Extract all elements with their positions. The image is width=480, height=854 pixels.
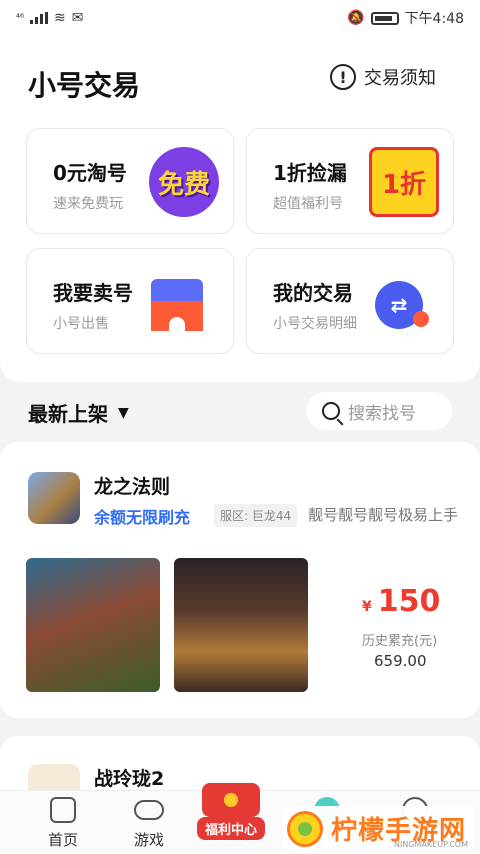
- search-icon: [322, 402, 340, 420]
- card-discount[interactable]: 1折捡漏 超值福利号 1折: [246, 128, 454, 234]
- tab-label: 游戏: [133, 831, 164, 849]
- tab-label: 首页: [47, 831, 78, 849]
- currency-symbol: ¥: [362, 599, 372, 615]
- clock: 下午4:48: [404, 11, 464, 27]
- free-badge-icon: 免费: [149, 147, 219, 217]
- game-name: 战玲珑2: [94, 768, 165, 790]
- gamepad-icon: [134, 800, 164, 820]
- card-sell-account[interactable]: 我要卖号 小号出售: [26, 248, 234, 354]
- swap-icon: ⇄: [375, 281, 429, 329]
- listing-description: 靓号靓号靓号极易上手: [308, 506, 459, 524]
- listing-card[interactable]: 龙之法则 余额无限刷充 服区: 巨龙44 靓号靓号靓号极易上手 ¥ 150 历史…: [0, 442, 480, 718]
- mute-icon: 🔕: [347, 10, 365, 26]
- signal-icon: [30, 12, 49, 24]
- card-subtitle: 小号出售: [53, 316, 109, 332]
- network-type: ⁴⁶: [16, 12, 25, 24]
- card-free-account[interactable]: 0元淘号 速来免费玩 免费: [26, 128, 234, 234]
- price-value: 150: [377, 584, 441, 619]
- top-panel: 小号交易 ! 交易须知 0元淘号 速来免费玩 免费 1折捡漏 超值福利号 1折 …: [0, 36, 480, 382]
- game-name: 龙之法则: [94, 476, 171, 498]
- discount-badge-text: 1折: [381, 169, 427, 200]
- status-left: ⁴⁶ ≋ ✉: [16, 10, 84, 26]
- discount-badge-icon: 1折: [369, 147, 439, 217]
- page-title: 小号交易: [28, 69, 141, 102]
- card-subtitle: 超值福利号: [273, 196, 343, 212]
- card-title: 0元淘号: [53, 161, 127, 185]
- wifi-icon: ≋: [54, 10, 66, 26]
- free-badge-text: 免费: [157, 169, 210, 200]
- card-my-trades[interactable]: 我的交易 小号交易明细 ⇄: [246, 248, 454, 354]
- screenshot-thumbnail[interactable]: [174, 558, 308, 692]
- chevron-down-icon: ▼: [118, 404, 129, 421]
- tab-home[interactable]: 首页: [28, 797, 98, 850]
- battery-icon: [370, 11, 399, 25]
- list-header: 最新上架 ▼ 搜索找号: [0, 392, 480, 432]
- status-right: 🔕 下午4:48: [347, 8, 464, 28]
- mail-icon: ✉: [71, 10, 84, 26]
- card-title: 我要卖号: [53, 281, 133, 305]
- highlight-tag: 余额无限刷充: [94, 508, 191, 527]
- status-bar: ⁴⁶ ≋ ✉ 🔕 下午4:48: [0, 0, 480, 36]
- lemon-logo-icon: [286, 810, 323, 847]
- card-subtitle: 速来免费玩: [53, 196, 123, 212]
- card-title: 1折捡漏: [273, 161, 347, 185]
- watermark-url: NINGMAKEUP.COM: [394, 840, 468, 849]
- latest-filter[interactable]: 最新上架 ▼: [28, 398, 129, 427]
- trade-notice-label: 交易须知: [364, 68, 436, 89]
- section-title: 最新上架: [28, 402, 108, 426]
- trade-notice-link[interactable]: ! 交易须知: [330, 64, 436, 90]
- home-icon: [50, 797, 76, 823]
- card-subtitle: 小号交易明细: [273, 316, 357, 332]
- red-envelope-icon: [202, 783, 260, 817]
- info-icon: !: [330, 64, 356, 90]
- server-tag: 服区: 巨龙44: [214, 504, 298, 527]
- search-box[interactable]: 搜索找号: [306, 392, 452, 430]
- card-title: 我的交易: [273, 281, 353, 305]
- price: ¥ 150: [362, 584, 440, 619]
- recharge-value: 659.00: [374, 652, 427, 670]
- search-placeholder: 搜索找号: [348, 403, 416, 424]
- tab-welfare[interactable]: 福利中心: [196, 783, 266, 840]
- game-icon: [28, 472, 80, 524]
- tab-label: 福利中心: [196, 817, 265, 840]
- screenshot-thumbnail[interactable]: [26, 558, 160, 692]
- recharge-label: 历史累充(元): [362, 634, 438, 649]
- shop-icon: [151, 279, 203, 331]
- tab-games[interactable]: 游戏: [114, 797, 184, 850]
